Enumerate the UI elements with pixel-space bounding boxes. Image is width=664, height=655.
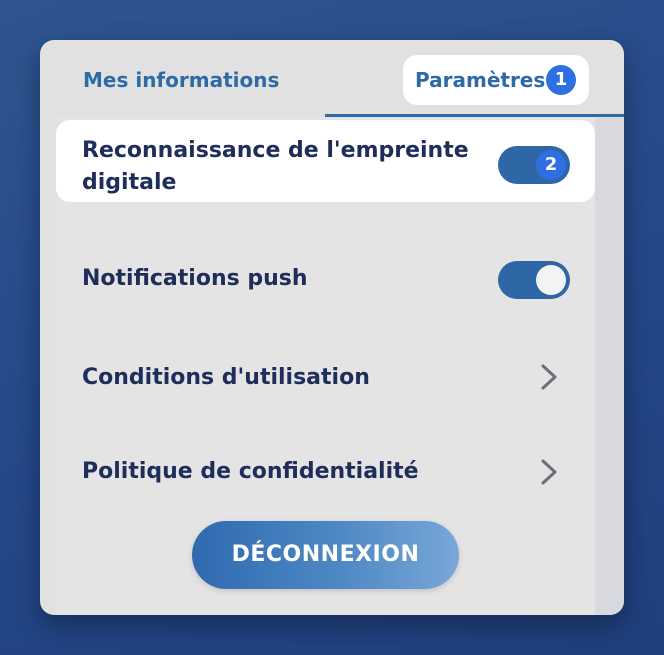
tab-mes-informations[interactable]: Mes informations [83, 68, 279, 92]
tab-parametres[interactable]: Paramètres [415, 68, 545, 92]
privacy-policy-item[interactable]: Politique de confidentialité [82, 456, 419, 488]
chevron-right-icon[interactable] [538, 457, 560, 487]
push-notifications-toggle[interactable] [498, 261, 570, 299]
active-tab-indicator [325, 114, 624, 117]
chevron-right-icon[interactable] [538, 362, 560, 392]
push-notifications-label: Notifications push [82, 266, 308, 291]
settings-card: Mes informations Paramètres 1 Reconnaiss… [40, 40, 624, 615]
toggle-knob [536, 265, 566, 295]
fingerprint-label: Reconnaissance de l'empreinte digitale [82, 138, 469, 195]
logout-button[interactable]: DÉCONNEXION [192, 521, 459, 589]
fingerprint-toggle[interactable]: 2 [498, 146, 570, 184]
step-badge-1: 1 [546, 65, 576, 95]
step-badge-2: 2 [536, 150, 566, 180]
terms-of-use-item[interactable]: Conditions d'utilisation [82, 362, 370, 394]
scrollbar-track[interactable] [595, 118, 624, 615]
